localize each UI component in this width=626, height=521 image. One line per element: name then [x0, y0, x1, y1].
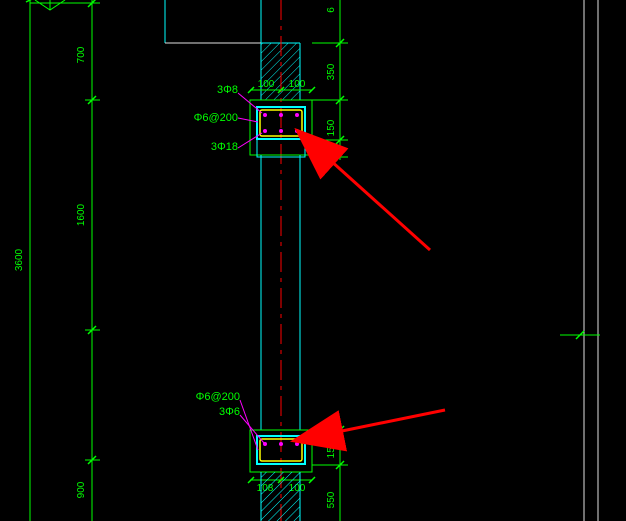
dim-900: 900: [76, 481, 87, 498]
cad-drawing: 3600 700 1600 900: [0, 0, 626, 521]
label-3phi8: 3Φ8: [217, 84, 238, 96]
arrow-icon: [330, 160, 430, 250]
label-3phi18: 3Φ18: [211, 141, 238, 153]
dim-100a: 100: [258, 79, 275, 90]
dim-150-top: 150: [326, 119, 337, 136]
dim-150-bot: 150: [326, 441, 337, 458]
label-phi6-200-bot: Φ6@200: [196, 391, 240, 403]
annotation-arrows: [330, 160, 445, 432]
dim-6: 6: [326, 7, 337, 13]
lower-detail: Φ6@200 3Φ6 108 100 150 550: [196, 391, 348, 521]
dim-550: 550: [326, 491, 337, 508]
arrow-icon: [337, 410, 445, 432]
dim-350: 350: [326, 63, 337, 80]
dim-overall: 3600: [14, 248, 25, 271]
label-3phi6: 3Φ6: [219, 406, 240, 418]
dim-1600: 1600: [76, 203, 87, 226]
dim-700: 700: [76, 46, 87, 63]
dim-100b: 100: [289, 79, 306, 90]
left-dimension-group: 3600 700 1600 900: [14, 0, 100, 521]
label-phi6-200-top: Φ6@200: [194, 112, 238, 124]
elevation-marker: [35, 0, 65, 10]
